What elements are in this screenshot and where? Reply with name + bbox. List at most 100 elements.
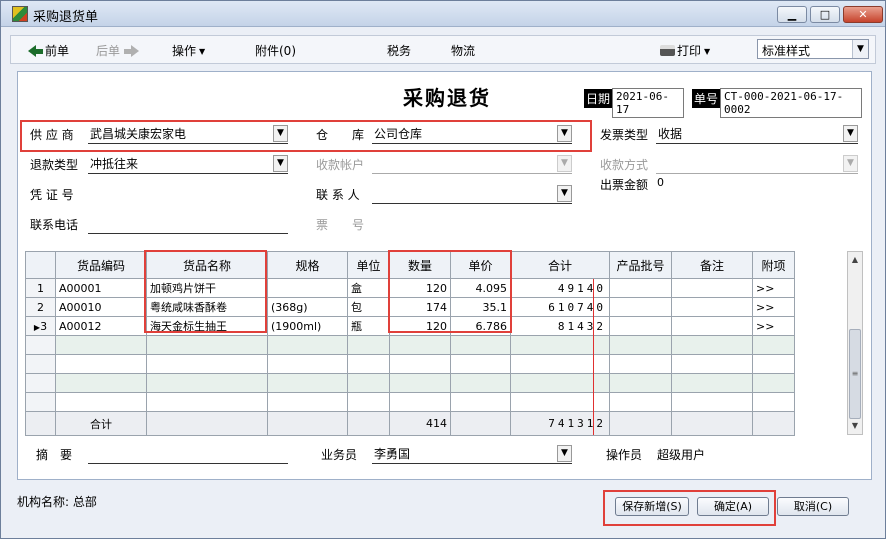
invoice-type-select[interactable]: 收据 ▼ (656, 125, 858, 144)
voucher-label: 凭 证 号 (30, 188, 74, 202)
chevron-down-icon: ▼ (557, 155, 572, 172)
totals-label: 合计 (55, 411, 147, 436)
cell-spec[interactable] (267, 278, 348, 298)
col-header-batch[interactable]: 产品批号 (609, 251, 672, 279)
table-corner (25, 251, 56, 279)
tax-button[interactable]: 税务 (387, 42, 411, 59)
contact-label: 联 系 人 (316, 188, 360, 202)
cell-batch[interactable] (609, 316, 672, 336)
qty-price-highlight (388, 250, 512, 333)
print-menu[interactable]: 打印 ▼ (660, 42, 710, 59)
chevron-down-icon: ▼ (843, 125, 858, 142)
cell-unit[interactable]: 盒 (347, 278, 390, 298)
invoice-amount-label: 出票金额 (600, 178, 649, 192)
cell-batch[interactable] (609, 297, 672, 317)
totals-amount: 741312 (510, 411, 610, 436)
col-header-total[interactable]: 合计 (510, 251, 610, 279)
toolbar: 前单 后单 操作 ▼ 附件(0) 税务 物流 打印 ▼ 标准样式 ▼ (10, 35, 876, 64)
date-field[interactable]: 2021-06-17 (612, 88, 684, 118)
invoice-type-label: 发票类型 (600, 128, 649, 142)
arrow-right-icon (130, 45, 139, 57)
operations-menu[interactable]: 操作 ▼ (172, 42, 205, 59)
empty-row[interactable] (25, 373, 795, 393)
refund-type-label: 退款类型 (30, 158, 79, 172)
chevron-down-icon: ▼ (273, 155, 288, 172)
cell-code[interactable]: A00012 (55, 316, 147, 336)
account-select[interactable]: ▼ (372, 155, 572, 174)
refund-type-select[interactable]: 冲抵往来 ▼ (88, 155, 288, 174)
prev-doc-button[interactable]: 前单 (28, 42, 69, 59)
col-header-code[interactable]: 货品编码 (55, 251, 147, 279)
cell-total: 610740 (510, 297, 610, 317)
title-bar: 采购退货单 ▁ □ ✕ (1, 1, 885, 27)
phone-field[interactable] (88, 215, 288, 234)
row-number: 1 (25, 278, 56, 298)
org-status: 机构名称: 总部 (17, 493, 97, 510)
invoice-amount-value: 0 (657, 176, 664, 189)
empty-row[interactable] (25, 335, 795, 355)
cell-code[interactable]: A00010 (55, 297, 147, 317)
maximize-button[interactable]: □ (810, 6, 840, 23)
action-buttons-highlight (603, 490, 776, 526)
totals-qty: 414 (389, 411, 451, 436)
app-icon (12, 6, 28, 22)
summary-field[interactable] (88, 445, 288, 464)
logistics-button[interactable]: 物流 (451, 42, 475, 59)
salesman-select[interactable]: 李勇国 ▼ (372, 445, 572, 464)
cell-extra-link[interactable]: >> (752, 316, 795, 336)
cell-unit[interactable]: 包 (347, 297, 390, 317)
scroll-up-icon[interactable]: ▲ (848, 252, 862, 268)
row-number: ▶3 (25, 316, 56, 336)
number-label: 单号 (692, 89, 721, 108)
table-scrollbar[interactable]: ▲ ≡ ▼ (847, 251, 863, 435)
cell-extra-link[interactable]: >> (752, 297, 795, 317)
name-column-highlight (144, 250, 267, 333)
scroll-down-icon[interactable]: ▼ (848, 418, 862, 434)
cell-note[interactable] (671, 316, 753, 336)
print-style-select[interactable]: 标准样式 ▼ (757, 39, 869, 59)
scroll-thumb[interactable]: ≡ (849, 329, 861, 419)
supplier-warehouse-highlight (20, 120, 592, 152)
chevron-down-icon: ▼ (852, 40, 868, 58)
cell-code[interactable]: A00001 (55, 278, 147, 298)
cell-note[interactable] (671, 278, 753, 298)
empty-row[interactable] (25, 354, 795, 374)
payment-method-select[interactable]: ▼ (656, 155, 858, 174)
cell-note[interactable] (671, 297, 753, 317)
return-form: 采购退货 日期 2021-06-17 单号 CT-000-2021-06-17-… (17, 71, 872, 480)
col-header-note[interactable]: 备注 (671, 251, 753, 279)
minimize-button[interactable]: ▁ (777, 6, 807, 23)
operator-label: 操作员 (606, 448, 643, 462)
close-button[interactable]: ✕ (843, 6, 883, 23)
chevron-down-icon: ▼ (843, 155, 858, 172)
cell-extra-link[interactable]: >> (752, 278, 795, 298)
cell-batch[interactable] (609, 278, 672, 298)
contact-select[interactable]: ▼ (372, 185, 572, 204)
empty-row[interactable] (25, 392, 795, 412)
cancel-button[interactable]: 取消(C) (777, 497, 849, 516)
purchase-return-window: 采购退货单 ▁ □ ✕ 前单 后单 操作 ▼ 附件(0) 税务 物流 打印 ▼ 标准… (0, 0, 886, 539)
phone-label: 联系电话 (30, 218, 79, 232)
chevron-down-icon: ▼ (557, 445, 572, 462)
org-value: 总部 (72, 495, 97, 509)
next-doc-button[interactable]: 后单 (96, 42, 139, 59)
ticket-label: 票 号 (316, 218, 365, 232)
page-title: 采购退货 (403, 86, 491, 110)
totals-row: 合计 414 741312 (25, 411, 795, 436)
caret-down-icon: ▼ (704, 47, 711, 56)
col-header-unit[interactable]: 单位 (347, 251, 390, 279)
window-title: 采购退货单 (33, 10, 99, 25)
col-header-spec[interactable]: 规格 (267, 251, 348, 279)
col-header-extra[interactable]: 附项 (752, 251, 795, 279)
attachments-button[interactable]: 附件(0) (255, 42, 296, 59)
chevron-down-icon: ▼ (557, 185, 572, 202)
decimal-divider (593, 279, 594, 435)
account-label: 收款帐户 (316, 158, 365, 172)
cell-unit[interactable]: 瓶 (347, 316, 390, 336)
cell-spec[interactable]: (368g) (267, 297, 348, 317)
doc-number-field[interactable]: CT-000-2021-06-17-0002 (720, 88, 862, 118)
payment-method-label: 收款方式 (600, 158, 649, 172)
cell-spec[interactable]: (1900ml) (267, 316, 348, 336)
cell-total: 81432 (510, 316, 610, 336)
summary-label: 摘 要 (36, 448, 73, 462)
